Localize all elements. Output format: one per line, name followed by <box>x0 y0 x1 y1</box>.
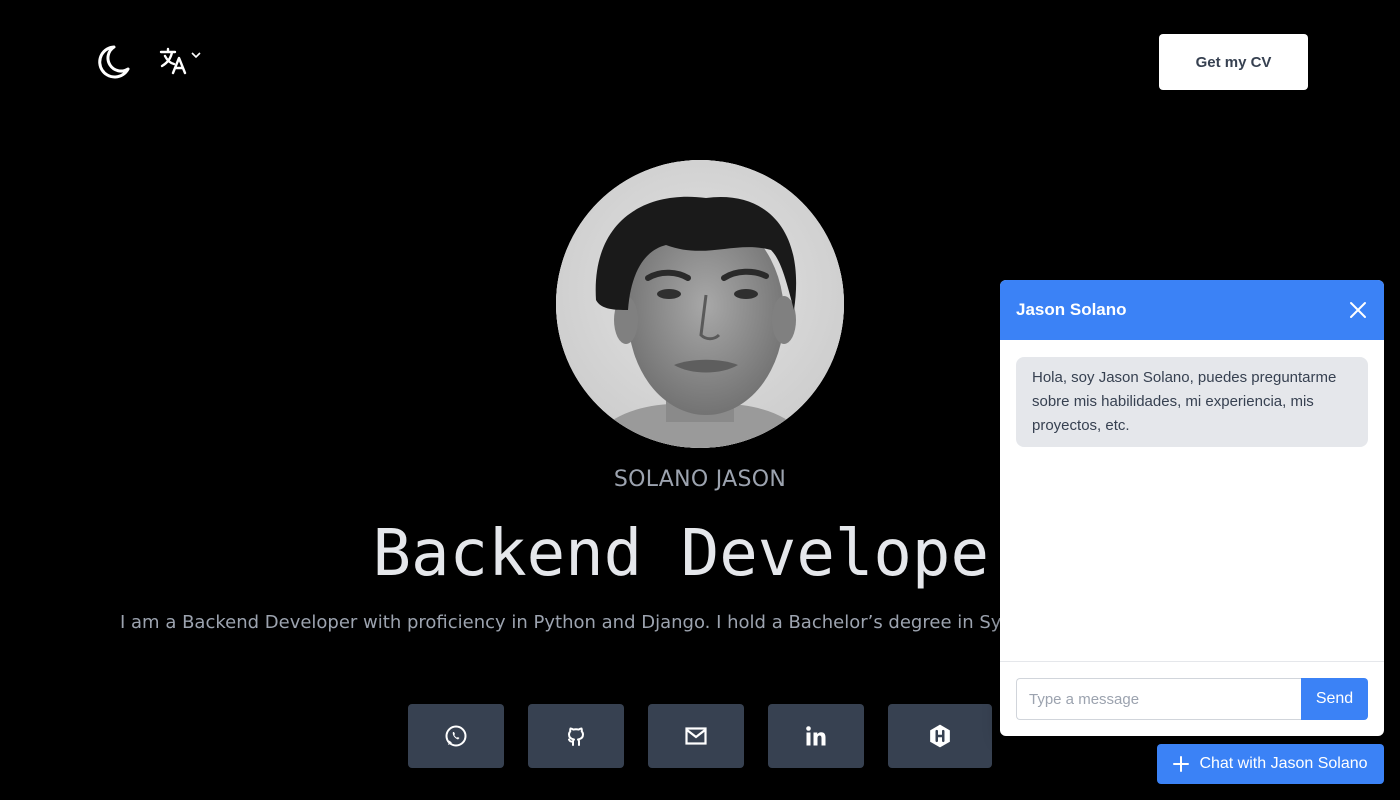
chat-panel: Jason Solano Hola, soy Jason Solano, pue… <box>1000 280 1384 736</box>
avatar <box>556 160 844 448</box>
chat-launcher-button[interactable]: Chat with Jason Solano <box>1157 744 1384 784</box>
chat-header: Jason Solano <box>1000 280 1384 340</box>
message-input[interactable] <box>1016 678 1301 720</box>
hashnode-icon <box>930 724 950 748</box>
theme-toggle[interactable] <box>92 42 132 82</box>
mail-icon <box>685 727 707 745</box>
whatsapp-link[interactable] <box>408 704 504 768</box>
close-icon[interactable] <box>1348 300 1368 320</box>
chat-message: Hola, soy Jason Solano, puedes preguntar… <box>1016 357 1368 447</box>
email-link[interactable] <box>648 704 744 768</box>
linkedin-icon <box>806 726 826 746</box>
chevron-down-icon <box>191 52 201 59</box>
chat-title: Jason Solano <box>1016 300 1127 319</box>
moon-icon <box>98 45 130 79</box>
chat-composer: Send <box>1000 661 1384 736</box>
hashnode-link[interactable] <box>888 704 992 768</box>
plus-icon <box>1173 756 1190 772</box>
chat-launcher-label: Chat with Jason Solano <box>1199 755 1368 772</box>
chat-messages: Hola, soy Jason Solano, puedes preguntar… <box>1000 340 1384 661</box>
github-link[interactable] <box>528 704 624 768</box>
get-cv-button[interactable]: Get my CV <box>1159 34 1308 90</box>
language-selector[interactable] <box>158 46 208 80</box>
translate-icon <box>159 47 187 75</box>
github-icon <box>568 727 584 746</box>
linkedin-link[interactable] <box>768 704 864 768</box>
send-button[interactable]: Send <box>1301 678 1368 720</box>
whatsapp-icon <box>445 725 467 747</box>
